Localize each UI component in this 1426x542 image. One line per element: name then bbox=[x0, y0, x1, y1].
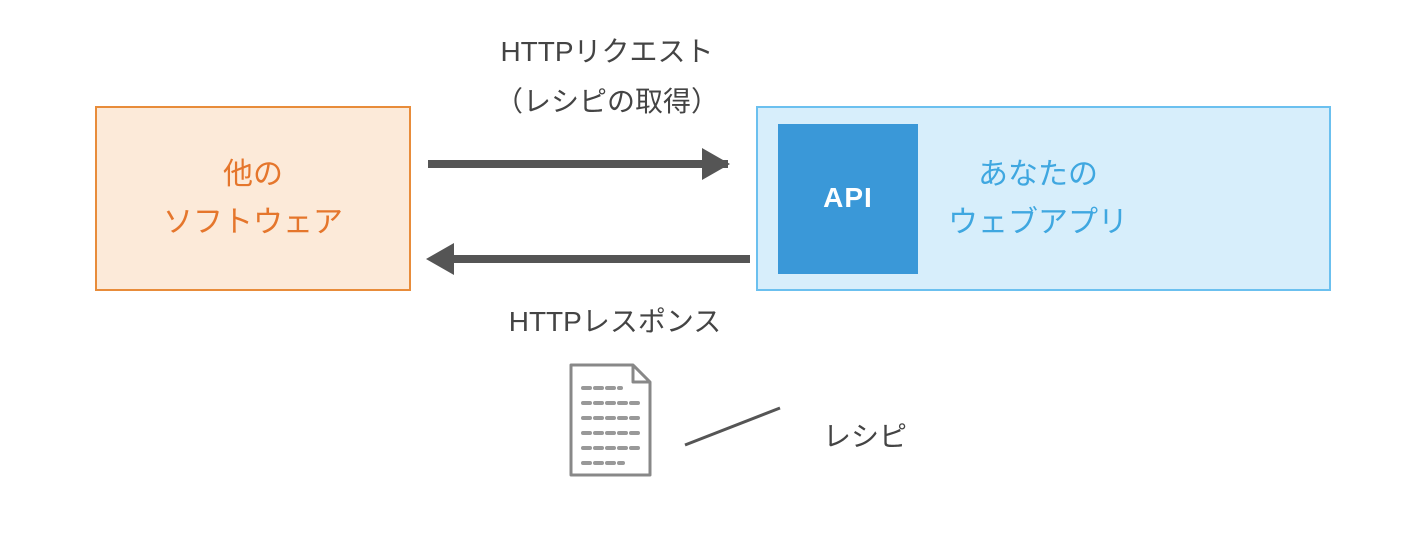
api-badge: API bbox=[778, 124, 918, 274]
other-software-box: 他の ソフトウェア bbox=[95, 106, 411, 291]
http-request-label1: HTTPリクエスト bbox=[447, 30, 767, 70]
http-request-label2: （レシピの取得） bbox=[447, 80, 767, 120]
recipe-label: レシピ bbox=[790, 415, 940, 455]
other-software-line2: ソフトウェア bbox=[163, 199, 343, 247]
your-webapp-box: API あなたの ウェブアプリ bbox=[756, 106, 1331, 291]
document-icon bbox=[563, 360, 658, 480]
other-software-line1: 他の bbox=[223, 151, 283, 199]
your-webapp-text: あなたの ウェブアプリ bbox=[948, 151, 1128, 247]
pointer-line-icon bbox=[680, 400, 785, 450]
response-arrow-icon bbox=[450, 255, 750, 263]
api-badge-label: API bbox=[823, 176, 873, 221]
http-response-label: HTTPレスポンス bbox=[455, 300, 775, 340]
your-webapp-line1: あなたの bbox=[978, 151, 1098, 199]
your-webapp-line2: ウェブアプリ bbox=[948, 199, 1128, 247]
request-arrow-icon bbox=[428, 160, 728, 168]
